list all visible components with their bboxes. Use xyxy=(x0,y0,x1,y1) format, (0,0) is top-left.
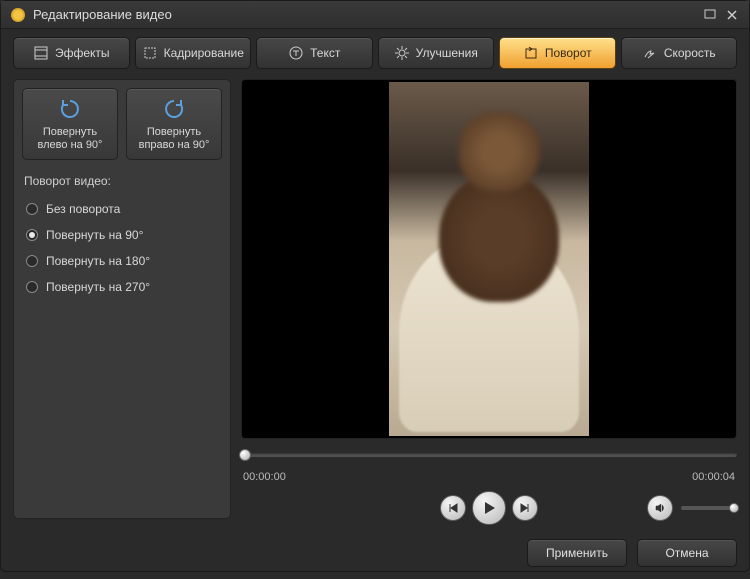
tab-bar: Эффекты Кадрирование Текст Улучшения Пов… xyxy=(1,29,749,79)
close-icon[interactable] xyxy=(725,8,739,22)
time-start: 00:00:00 xyxy=(243,471,286,483)
player-controls xyxy=(241,489,737,527)
rotate-left-label: Повернуть влево на 90° xyxy=(27,126,113,152)
crop-icon xyxy=(142,45,158,61)
radio-label: Повернуть на 180° xyxy=(46,254,150,268)
video-preview xyxy=(241,79,737,439)
tab-crop[interactable]: Кадрирование xyxy=(135,37,252,69)
rotate-right-button[interactable]: Повернуть вправо на 90° xyxy=(126,88,222,160)
volume-knob[interactable] xyxy=(729,503,739,513)
enhance-icon xyxy=(394,45,410,61)
prev-button[interactable] xyxy=(440,495,466,521)
skip-back-icon xyxy=(447,502,459,514)
tab-label: Улучшения xyxy=(416,46,478,60)
rotate-icon xyxy=(523,45,539,61)
play-button[interactable] xyxy=(472,491,506,525)
radio-rotate-270[interactable]: Повернуть на 270° xyxy=(22,274,222,300)
radio-icon xyxy=(26,255,38,267)
speed-icon xyxy=(642,45,658,61)
apply-button[interactable]: Применить xyxy=(527,539,627,567)
minimize-icon[interactable] xyxy=(703,8,717,22)
timeline-slider[interactable] xyxy=(241,445,737,465)
radio-icon xyxy=(26,281,38,293)
text-icon xyxy=(288,45,304,61)
cancel-label: Отмена xyxy=(665,546,708,560)
apply-label: Применить xyxy=(546,546,608,560)
radio-rotate-90[interactable]: Повернуть на 90° xyxy=(22,222,222,248)
rotate-left-button[interactable]: Повернуть влево на 90° xyxy=(22,88,118,160)
app-icon xyxy=(11,8,25,22)
footer: Применить Отмена xyxy=(1,527,749,579)
timeline-knob[interactable] xyxy=(239,449,251,461)
cancel-button[interactable]: Отмена xyxy=(637,539,737,567)
rotation-section-label: Поворот видео: xyxy=(24,174,222,188)
preview-panel: 00:00:00 00:00:04 xyxy=(241,79,737,527)
rotate-options-panel: Повернуть влево на 90° Повернуть вправо … xyxy=(13,79,231,519)
video-frame xyxy=(389,82,589,436)
tab-label: Текст xyxy=(310,46,340,60)
skip-forward-icon xyxy=(519,502,531,514)
rotate-left-icon xyxy=(58,96,82,120)
rotate-right-label: Повернуть вправо на 90° xyxy=(131,126,217,152)
radio-label: Повернуть на 270° xyxy=(46,280,150,294)
radio-icon xyxy=(26,229,38,241)
rotate-right-icon xyxy=(162,96,186,120)
time-end: 00:00:04 xyxy=(692,471,735,483)
tab-effects[interactable]: Эффекты xyxy=(13,37,130,69)
radio-no-rotation[interactable]: Без поворота xyxy=(22,196,222,222)
tab-text[interactable]: Текст xyxy=(256,37,373,69)
radio-label: Без поворота xyxy=(46,202,120,216)
window-title: Редактирование видео xyxy=(33,7,703,22)
tab-rotate[interactable]: Поворот xyxy=(499,37,616,69)
volume-slider[interactable] xyxy=(681,506,737,510)
titlebar: Редактирование видео xyxy=(1,1,749,29)
next-button[interactable] xyxy=(512,495,538,521)
tab-label: Поворот xyxy=(545,46,592,60)
tab-label: Скорость xyxy=(664,46,716,60)
tab-label: Кадрирование xyxy=(164,46,244,60)
tab-enhance[interactable]: Улучшения xyxy=(378,37,495,69)
tab-speed[interactable]: Скорость xyxy=(621,37,738,69)
effects-icon xyxy=(33,45,49,61)
volume-button[interactable] xyxy=(647,495,673,521)
radio-icon xyxy=(26,203,38,215)
play-icon xyxy=(481,500,497,516)
radio-rotate-180[interactable]: Повернуть на 180° xyxy=(22,248,222,274)
radio-label: Повернуть на 90° xyxy=(46,228,143,242)
volume-icon xyxy=(654,502,666,514)
tab-label: Эффекты xyxy=(55,46,110,60)
